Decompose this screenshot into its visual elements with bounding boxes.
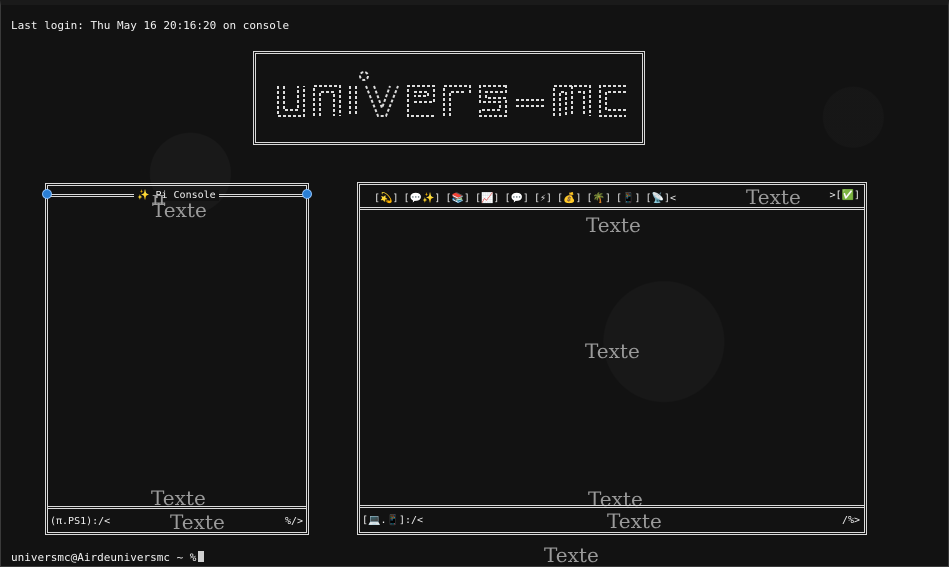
toolbar-item-chat[interactable]: [💬] [504,193,529,204]
text-watermark-top: Texte [586,213,641,237]
toolbar-item-dizzy[interactable]: [💫] [374,193,399,204]
left-status-right: %/> [284,516,303,527]
ascii-logo-box [253,51,645,145]
shell-prompt[interactable]: universmc@Airdeuniversmc ~ % [11,551,205,564]
toolbar-item-books[interactable]: [📚] [445,193,470,204]
right-status-divider [360,505,864,508]
pi-console-panel: ✨ Pi Console π Texte Texte (π.PS1):/< Te… [42,183,312,535]
last-login-line: Last login: Thu May 16 20:16:20 on conso… [11,19,290,32]
right-resize-handle[interactable] [302,189,312,199]
toolbar-item-satellite[interactable]: [📡]< [646,193,677,204]
left-resize-handle[interactable] [42,189,52,199]
prompt-text: universmc@Airdeuniversmc ~ % [11,551,197,564]
toolbar-watermark: Texte [746,185,801,209]
footer-watermark: Texte [544,543,599,567]
main-console-panel: [💫] [💬✨] [📚] [📈] [💬] [⚡] [💰] [🌴] [📱] [📡]… [357,182,867,535]
text-watermark-top: Texte [152,198,207,222]
toolbar-item-chart[interactable]: [📈] [475,193,500,204]
toolbar-right-item[interactable]: >[✅] [829,190,860,201]
left-prompt-status[interactable]: (π.PS1):/< [50,516,110,527]
toolbar-item-phone[interactable]: [📱] [616,193,641,204]
toolbar-item-palm[interactable]: [🌴] [587,193,612,204]
right-header-divider [360,207,864,210]
left-status-divider [48,506,306,509]
right-status-right: /%> [841,515,860,526]
toolbar-item-chat-sparkle[interactable]: [💬✨] [404,193,441,204]
text-cursor [198,551,205,562]
univers-mc-logo [277,71,626,117]
status-watermark: Texte [170,510,225,534]
toolbar-item-lightning[interactable]: [⚡] [534,193,552,204]
toolbar-item-money[interactable]: [💰] [557,193,582,204]
terminal-window: Last login: Thu May 16 20:16:20 on conso… [0,0,949,567]
text-watermark-center: Texte [585,339,640,363]
status-watermark: Texte [607,509,662,533]
right-prompt-status[interactable]: [💻.📱]:/< [362,515,423,526]
